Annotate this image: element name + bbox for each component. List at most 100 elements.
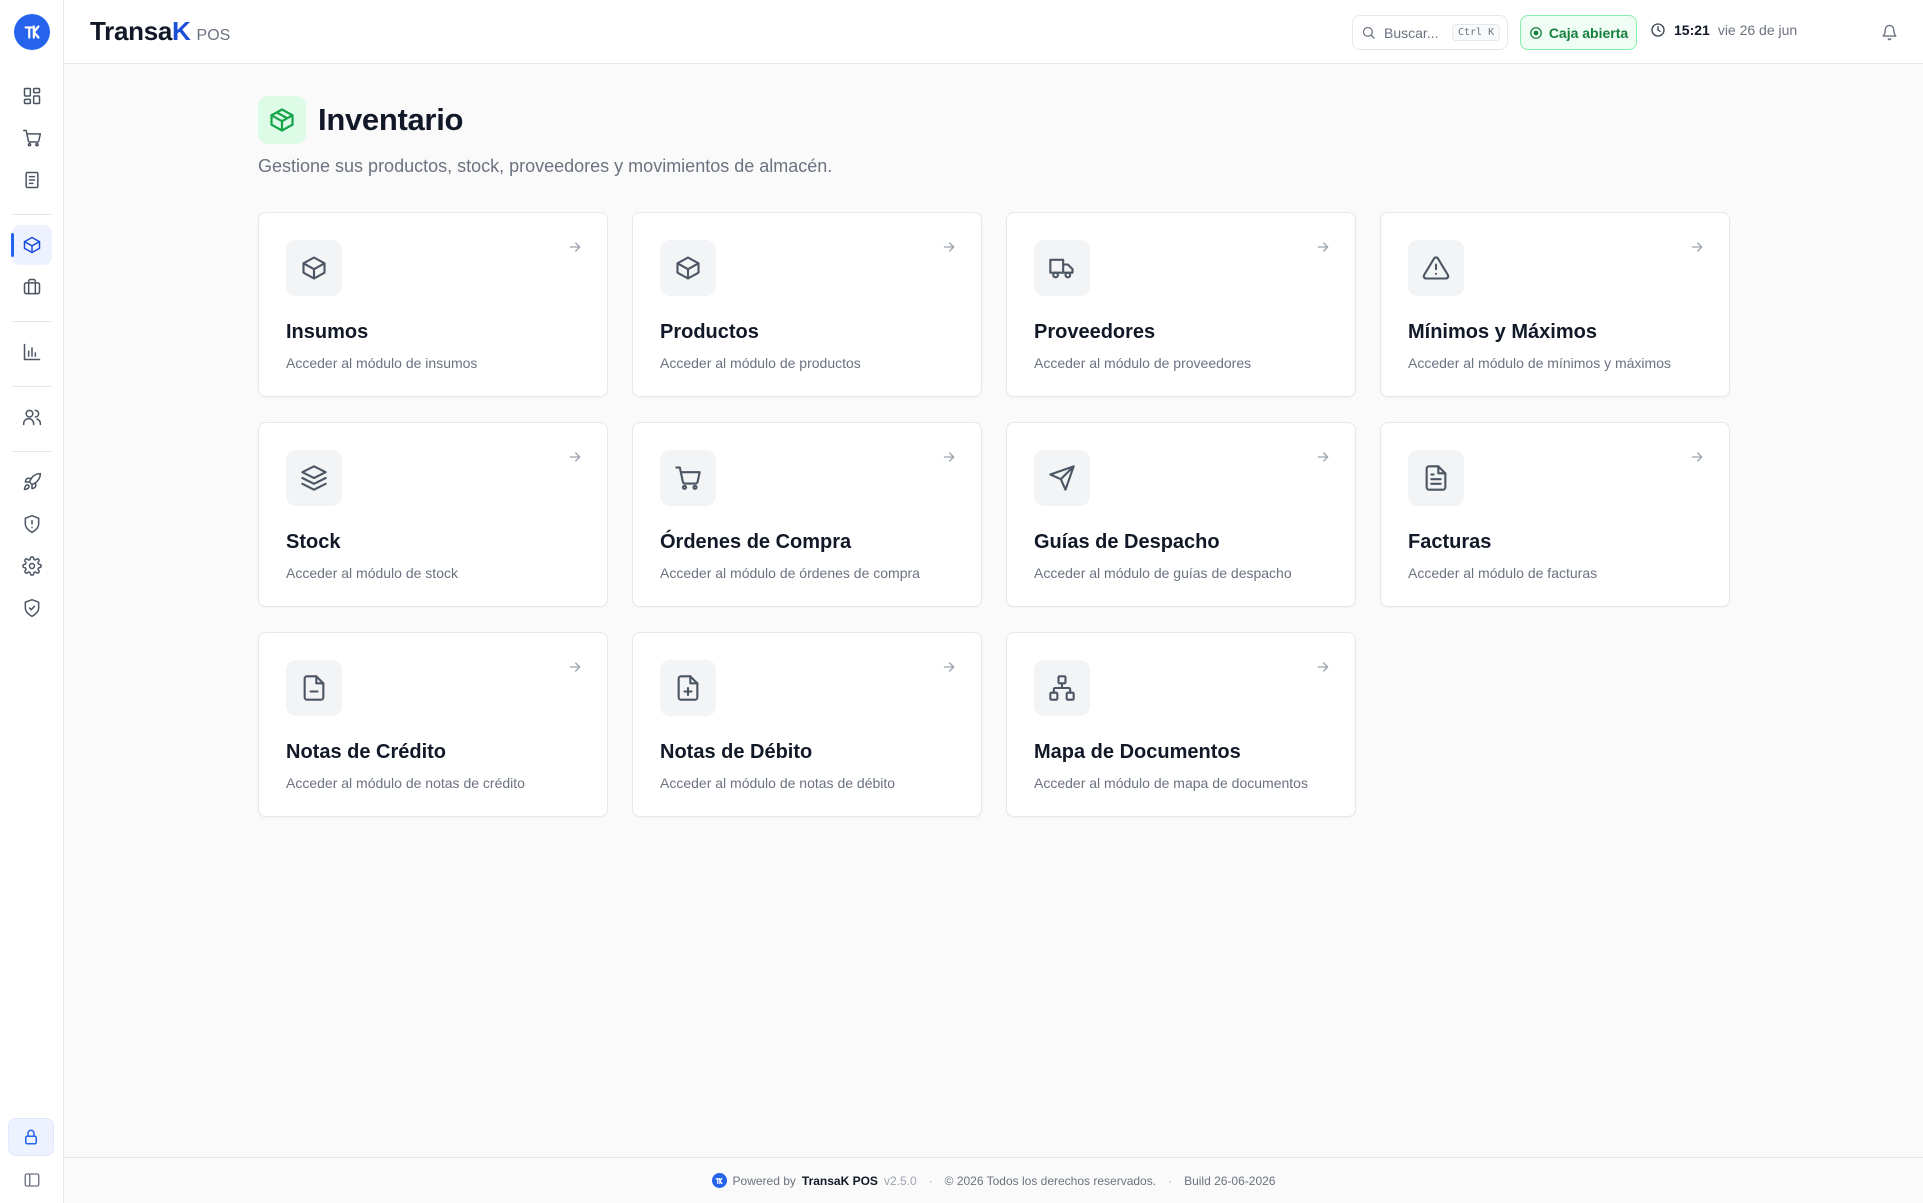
page-header: Inventario [258,96,463,144]
arrow-right-icon [1315,449,1331,465]
brand-suffix: POS [196,27,231,44]
dashboard-icon [22,86,42,106]
card-description: Acceder al módulo de productos [660,355,861,371]
footer-brand: TransaK POS [801,1173,878,1188]
card-description: Acceder al módulo de mapa de documentos [1034,775,1308,791]
search-input[interactable] [1384,24,1444,41]
card-description: Acceder al módulo de stock [286,565,458,581]
module-card-proveedores[interactable]: Proveedores Acceder al módulo de proveed… [1006,212,1356,397]
circle-check-icon [1529,26,1543,40]
search-shortcut: Ctrl K [1452,24,1501,41]
card-title: Proveedores [1034,321,1156,343]
arrow-right-icon [567,239,583,255]
arrow-right-icon [1315,659,1331,675]
brand-logo[interactable]: TransaK POS [90,16,230,47]
bell-icon [1881,24,1898,41]
gear-icon [22,556,42,576]
current-date: vie 26 de jun [1717,22,1798,38]
top-header: TransaK POS Ctrl K Caja abierta 15:21 vi… [64,0,1923,64]
module-card-facturas[interactable]: Facturas Acceder al módulo de facturas [1380,422,1730,607]
card-title: Mapa de Documentos [1034,741,1241,763]
collapse-sidebar-button[interactable] [12,1160,52,1200]
module-card-productos[interactable]: Productos Acceder al módulo de productos [632,212,982,397]
sidebar-item-business[interactable] [12,267,52,307]
bar-chart-icon [22,342,42,362]
page-subtitle: Gestione sus productos, stock, proveedor… [258,156,833,176]
module-card-notas-credito[interactable]: Notas de Crédito Acceder al módulo de no… [258,632,608,817]
sidebar-item-inventory[interactable] [11,225,52,265]
sidebar-item-security[interactable] [12,504,52,544]
search-icon [1361,25,1376,40]
sidebar-item-launch[interactable] [12,462,52,502]
module-card-minimos-maximos[interactable]: Mínimos y Máximos Acceder al módulo de m… [1380,212,1730,397]
current-time: 15:21 [1674,22,1710,38]
clock: 15:21 vie 26 de jun [1650,22,1797,38]
cash-register-status-button[interactable]: Caja abierta [1520,15,1637,50]
card-description: Acceder al módulo de facturas [1408,565,1598,581]
footer-powered-by: Powered by [732,1173,796,1188]
sidebar-divider [12,386,52,387]
file-plus-icon [660,660,716,716]
sidebar-item-settings[interactable] [12,546,52,586]
arrow-right-icon [941,239,957,255]
cash-status-label: Caja abierta [1548,24,1629,41]
card-description: Acceder al módulo de órdenes de compra [660,565,920,581]
sitemap-icon [1034,660,1090,716]
module-card-insumos[interactable]: Insumos Acceder al módulo de insumos [258,212,608,397]
card-title: Facturas [1408,531,1492,553]
sidebar-item-dashboard[interactable] [12,76,52,116]
module-card-ordenes-compra[interactable]: Órdenes de Compra Acceder al módulo de ó… [632,422,982,607]
module-card-stock[interactable]: Stock Acceder al módulo de stock [258,422,608,607]
logo-icon[interactable] [13,14,50,50]
card-title: Insumos [286,321,369,343]
sidebar-divider [12,321,52,322]
truck-icon [1034,240,1090,296]
panel-left-icon [23,1171,41,1189]
arrow-right-icon [1689,449,1705,465]
card-title: Órdenes de Compra [660,531,852,553]
send-icon [1034,450,1090,506]
footer-version: v2.5.0 [883,1173,917,1188]
sidebar-item-sales[interactable] [12,118,52,158]
shield-check-icon [22,598,42,618]
arrow-right-icon [1315,239,1331,255]
footer-copyright: © 2026 Todos los derechos reservados. [944,1173,1157,1188]
arrow-right-icon [941,659,957,675]
notifications-button[interactable] [1878,21,1900,43]
layers-icon [286,450,342,506]
shield-alert-icon [22,514,42,534]
lock-button[interactable] [8,1118,54,1156]
box-icon [258,96,306,144]
footer-build: Build 26-06-2026 [1184,1173,1276,1188]
sidebar-divider [12,451,52,452]
card-title: Mínimos y Máximos [1408,321,1597,343]
footer: Powered by TransaK POS v2.5.0 · © 2026 T… [64,1157,1923,1203]
box-icon [660,240,716,296]
arrow-right-icon [1689,239,1705,255]
card-description: Acceder al módulo de proveedores [1034,355,1252,371]
module-card-mapa-documentos[interactable]: Mapa de Documentos Acceder al módulo de … [1006,632,1356,817]
module-card-guias-despacho[interactable]: Guías de Despacho Acceder al módulo de g… [1006,422,1356,607]
search-box[interactable]: Ctrl K [1352,15,1508,50]
briefcase-icon [22,277,42,297]
file-minus-icon [286,660,342,716]
brand-name-k: K [172,16,191,46]
card-title: Notas de Crédito [286,741,447,763]
module-card-notas-debito[interactable]: Notas de Débito Acceder al módulo de not… [632,632,982,817]
arrow-right-icon [941,449,957,465]
sidebar-item-users[interactable] [12,397,52,437]
sidebar-item-admin[interactable] [12,588,52,628]
lock-icon [22,1128,40,1146]
sidebar [0,0,64,1203]
cart-icon [660,450,716,506]
rocket-icon [22,472,42,492]
card-title: Guías de Despacho [1034,531,1220,553]
sidebar-item-documents[interactable] [12,160,52,200]
brand-name: TransaK [90,16,191,47]
receipt-icon [22,170,42,190]
page-title: Inventario [318,102,464,137]
sidebar-item-reports[interactable] [12,332,52,372]
arrow-right-icon [567,449,583,465]
card-title: Productos [660,321,759,343]
sidebar-divider [12,214,52,215]
